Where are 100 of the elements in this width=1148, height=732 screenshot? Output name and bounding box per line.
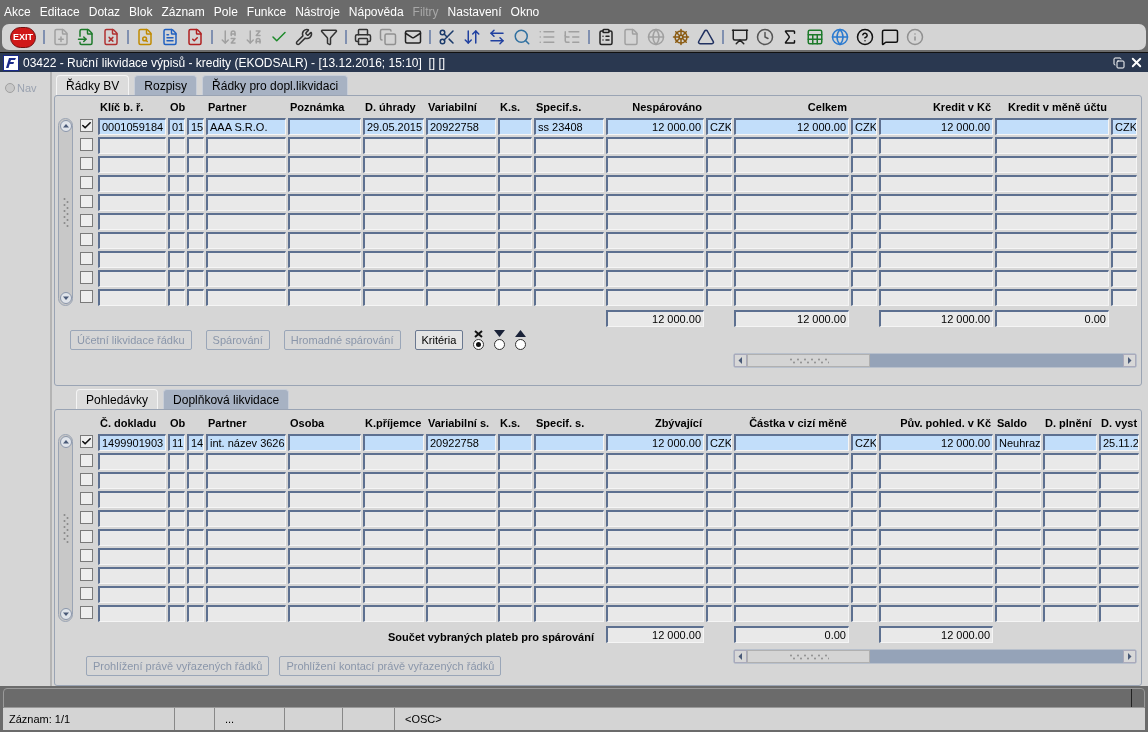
- table-cell[interactable]: [187, 156, 204, 173]
- table-cell[interactable]: [851, 567, 877, 584]
- table-cell[interactable]: [206, 270, 286, 287]
- table-cell[interactable]: [879, 194, 993, 211]
- table-cell[interactable]: 12 000.00: [606, 434, 704, 451]
- table-cell[interactable]: [168, 251, 185, 268]
- table-cell[interactable]: [995, 289, 1109, 306]
- table-cell[interactable]: [851, 251, 877, 268]
- table-cell[interactable]: [1099, 453, 1139, 470]
- table-cell[interactable]: [426, 605, 496, 622]
- menu-item[interactable]: Dotaz: [88, 3, 121, 21]
- table-cell[interactable]: [734, 453, 849, 470]
- row-checkbox[interactable]: [80, 549, 93, 562]
- table-cell[interactable]: [995, 270, 1109, 287]
- table-cell[interactable]: [98, 472, 166, 489]
- table-cell[interactable]: [734, 289, 849, 306]
- table-cell[interactable]: [1111, 289, 1137, 306]
- table-cell[interactable]: [995, 491, 1041, 508]
- table-cell[interactable]: [288, 586, 361, 603]
- table-cell[interactable]: [98, 194, 166, 211]
- scroll-left-icon[interactable]: [734, 650, 747, 663]
- table-cell[interactable]: [498, 605, 532, 622]
- table-cell[interactable]: [1043, 586, 1097, 603]
- clipboard-icon[interactable]: [597, 28, 615, 46]
- table-cell[interactable]: [1043, 434, 1097, 451]
- table-cell[interactable]: [363, 491, 424, 508]
- table-cell[interactable]: [168, 270, 185, 287]
- table-cell[interactable]: 1499901903: [98, 434, 166, 451]
- table-cell[interactable]: [879, 270, 993, 287]
- table-cell[interactable]: [879, 156, 993, 173]
- ship-wheel-icon[interactable]: [672, 28, 690, 46]
- total-field[interactable]: 12 000.00: [606, 626, 704, 643]
- table-cell[interactable]: [534, 510, 604, 527]
- table-cell[interactable]: [606, 605, 704, 622]
- table-cell[interactable]: [498, 213, 532, 230]
- scroll-right-icon[interactable]: [1123, 650, 1136, 663]
- horizontal-scrollbar[interactable]: [733, 649, 1137, 664]
- table-cell[interactable]: [534, 434, 604, 451]
- table-cell[interactable]: [363, 434, 424, 451]
- scroll-thumb[interactable]: [747, 650, 870, 663]
- table-cell[interactable]: [187, 567, 204, 584]
- table-cell[interactable]: [426, 156, 496, 173]
- row-checkbox[interactable]: [80, 214, 93, 227]
- table-cell[interactable]: [1043, 567, 1097, 584]
- triangle-icon[interactable]: [697, 28, 715, 46]
- document-check-icon[interactable]: [186, 28, 204, 46]
- table-cell[interactable]: [734, 156, 849, 173]
- table-cell[interactable]: [1043, 548, 1097, 565]
- row-checkbox[interactable]: [80, 252, 93, 265]
- scroll-up-icon[interactable]: [59, 120, 72, 132]
- table-cell[interactable]: int. název 3626: [206, 434, 286, 451]
- table-cell[interactable]: [534, 567, 604, 584]
- table-cell[interactable]: [1043, 491, 1097, 508]
- table-cell[interactable]: [995, 586, 1041, 603]
- restore-icon[interactable]: [1113, 56, 1125, 69]
- table-cell[interactable]: [168, 491, 185, 508]
- table-cell[interactable]: [1099, 472, 1139, 489]
- total-field[interactable]: 0.00: [734, 626, 849, 643]
- table-cell[interactable]: [363, 156, 424, 173]
- menu-item[interactable]: Nastavení: [447, 3, 502, 21]
- row-checkbox[interactable]: [80, 138, 93, 151]
- table-cell[interactable]: [706, 529, 732, 546]
- table-cell[interactable]: [706, 232, 732, 249]
- menu-item[interactable]: Akce: [4, 3, 31, 21]
- table-cell[interactable]: [734, 213, 849, 230]
- table-cell[interactable]: [98, 137, 166, 154]
- table-cell[interactable]: [363, 137, 424, 154]
- table-cell[interactable]: [606, 586, 704, 603]
- table-cell[interactable]: [851, 213, 877, 230]
- menu-item[interactable]: Okno: [510, 3, 540, 21]
- table-cell[interactable]: [98, 567, 166, 584]
- table-cell[interactable]: [706, 548, 732, 565]
- vertical-scrollbar[interactable]: [58, 118, 73, 306]
- table-cell[interactable]: [288, 137, 361, 154]
- table-cell[interactable]: CZK: [706, 118, 732, 135]
- table-cell[interactable]: [534, 175, 604, 192]
- table-cell[interactable]: [168, 529, 185, 546]
- table-cell[interactable]: CZK: [1111, 118, 1137, 135]
- table-cell[interactable]: [498, 491, 532, 508]
- table-cell[interactable]: [168, 137, 185, 154]
- row-checkbox[interactable]: [80, 530, 93, 543]
- table-cell[interactable]: [606, 510, 704, 527]
- table-cell[interactable]: [498, 118, 532, 135]
- table-cell[interactable]: [606, 289, 704, 306]
- table-cell[interactable]: [851, 472, 877, 489]
- table-cell[interactable]: [363, 289, 424, 306]
- table-cell[interactable]: [426, 510, 496, 527]
- table-cell[interactable]: [206, 605, 286, 622]
- table-cell[interactable]: [187, 472, 204, 489]
- menu-item[interactable]: Pole: [213, 3, 238, 21]
- table-cell[interactable]: [606, 251, 704, 268]
- table-cell[interactable]: [363, 251, 424, 268]
- table-cell[interactable]: [606, 232, 704, 249]
- scroll-down-icon[interactable]: [59, 292, 72, 304]
- table-cell[interactable]: [606, 194, 704, 211]
- table-cell[interactable]: [995, 194, 1109, 211]
- row-checkbox[interactable]: [80, 119, 93, 132]
- table-cell[interactable]: [498, 232, 532, 249]
- table-cell[interactable]: [1043, 605, 1097, 622]
- table-cell[interactable]: [426, 472, 496, 489]
